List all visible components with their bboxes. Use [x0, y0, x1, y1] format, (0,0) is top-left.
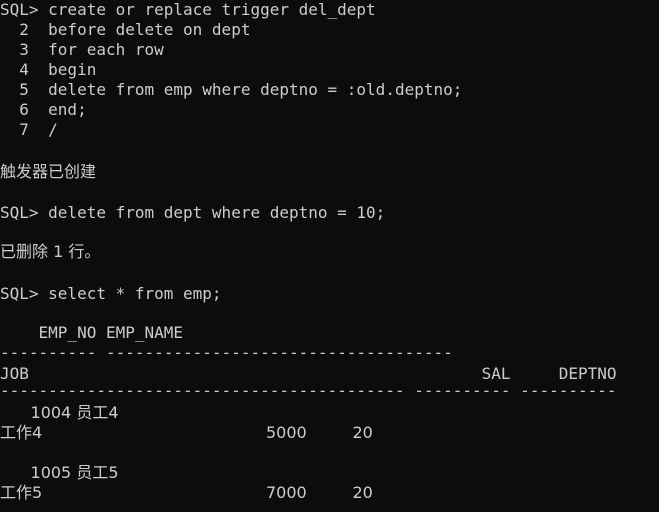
terminal-line: 6 end; — [0, 100, 87, 119]
terminal-line: 2 before delete on dept — [0, 20, 251, 39]
terminal-line: 4 begin — [0, 60, 97, 79]
trigger-created-message: 触发器已创建 — [0, 162, 97, 181]
rows-deleted-message: 已删除 1 行。 — [0, 242, 101, 261]
terminal-line: 5 delete from emp where deptno = :old.de… — [0, 80, 463, 99]
result-separator-row: ---------- -----------------------------… — [0, 343, 453, 362]
terminal-line: SQL> select * from emp; — [0, 284, 222, 303]
table-row: 1005 员工5 — [0, 463, 119, 482]
table-row: 工作4 5000 20 — [0, 423, 373, 442]
table-row: 工作5 7000 20 — [0, 483, 373, 502]
terminal-line: 3 for each row — [0, 40, 164, 59]
terminal-console[interactable]: SQL> create or replace trigger del_dept … — [0, 0, 659, 512]
table-row: 1004 员工4 — [0, 403, 119, 422]
terminal-line: SQL> delete from dept where deptno = 10; — [0, 203, 386, 222]
result-separator-row: ----------------------------------------… — [0, 381, 617, 400]
terminal-line: 7 / — [0, 120, 58, 139]
result-header-row: EMP_NO EMP_NAME — [0, 323, 184, 342]
terminal-line: SQL> create or replace trigger del_dept — [0, 0, 376, 19]
